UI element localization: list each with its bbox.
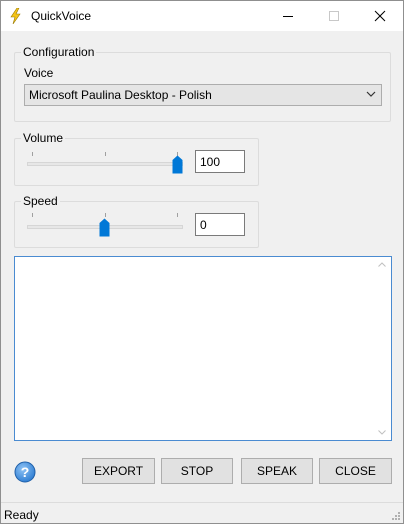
title-bar[interactable]: QuickVoice — [1, 1, 403, 31]
resize-grip-icon[interactable] — [390, 510, 401, 521]
text-input-area[interactable] — [14, 256, 392, 441]
chevron-down-icon — [366, 91, 376, 97]
speed-value-field[interactable]: 0 — [195, 213, 245, 236]
app-window: QuickVoice Configuration Voice Microsoft… — [0, 0, 404, 524]
voice-label: Voice — [24, 66, 54, 80]
minimize-icon — [283, 16, 293, 17]
close-button[interactable]: CLOSE — [319, 458, 392, 484]
scroll-up-arrow-icon[interactable] — [378, 262, 386, 267]
maximize-icon — [329, 11, 339, 21]
status-bar: Ready — [1, 502, 403, 523]
window-title: QuickVoice — [31, 9, 92, 23]
help-icon[interactable]: ? — [14, 461, 36, 483]
volume-value-field[interactable]: 100 — [195, 150, 245, 173]
scroll-down-arrow-icon[interactable] — [378, 430, 386, 435]
speed-slider-thumb[interactable] — [99, 218, 110, 237]
configuration-group-label: Configuration — [21, 45, 97, 59]
voice-selected-value: Microsoft Paulina Desktop - Polish — [29, 88, 212, 102]
volume-tick — [32, 152, 33, 156]
voice-dropdown[interactable]: Microsoft Paulina Desktop - Polish — [24, 84, 382, 106]
volume-group-label: Volume — [21, 131, 66, 145]
speed-value: 0 — [200, 218, 207, 232]
minimize-button[interactable] — [265, 1, 311, 31]
speed-tick — [32, 213, 33, 217]
status-text: Ready — [4, 508, 39, 522]
volume-slider-track[interactable] — [27, 162, 183, 166]
stop-button[interactable]: STOP — [161, 458, 233, 484]
vertical-scrollbar[interactable] — [374, 257, 391, 440]
volume-tick — [105, 152, 106, 156]
volume-value: 100 — [200, 155, 221, 169]
export-button[interactable]: EXPORT — [82, 458, 155, 484]
close-icon — [374, 10, 386, 22]
speak-button[interactable]: SPEAK — [241, 458, 313, 484]
lightning-bolt-icon — [10, 7, 22, 25]
speed-group-label: Speed — [21, 194, 60, 208]
maximize-button[interactable] — [311, 1, 357, 31]
volume-slider-thumb[interactable] — [172, 155, 183, 174]
window-close-button[interactable] — [357, 1, 403, 31]
speed-tick — [177, 213, 178, 217]
svg-text:?: ? — [21, 464, 30, 480]
speed-tick — [105, 213, 106, 217]
